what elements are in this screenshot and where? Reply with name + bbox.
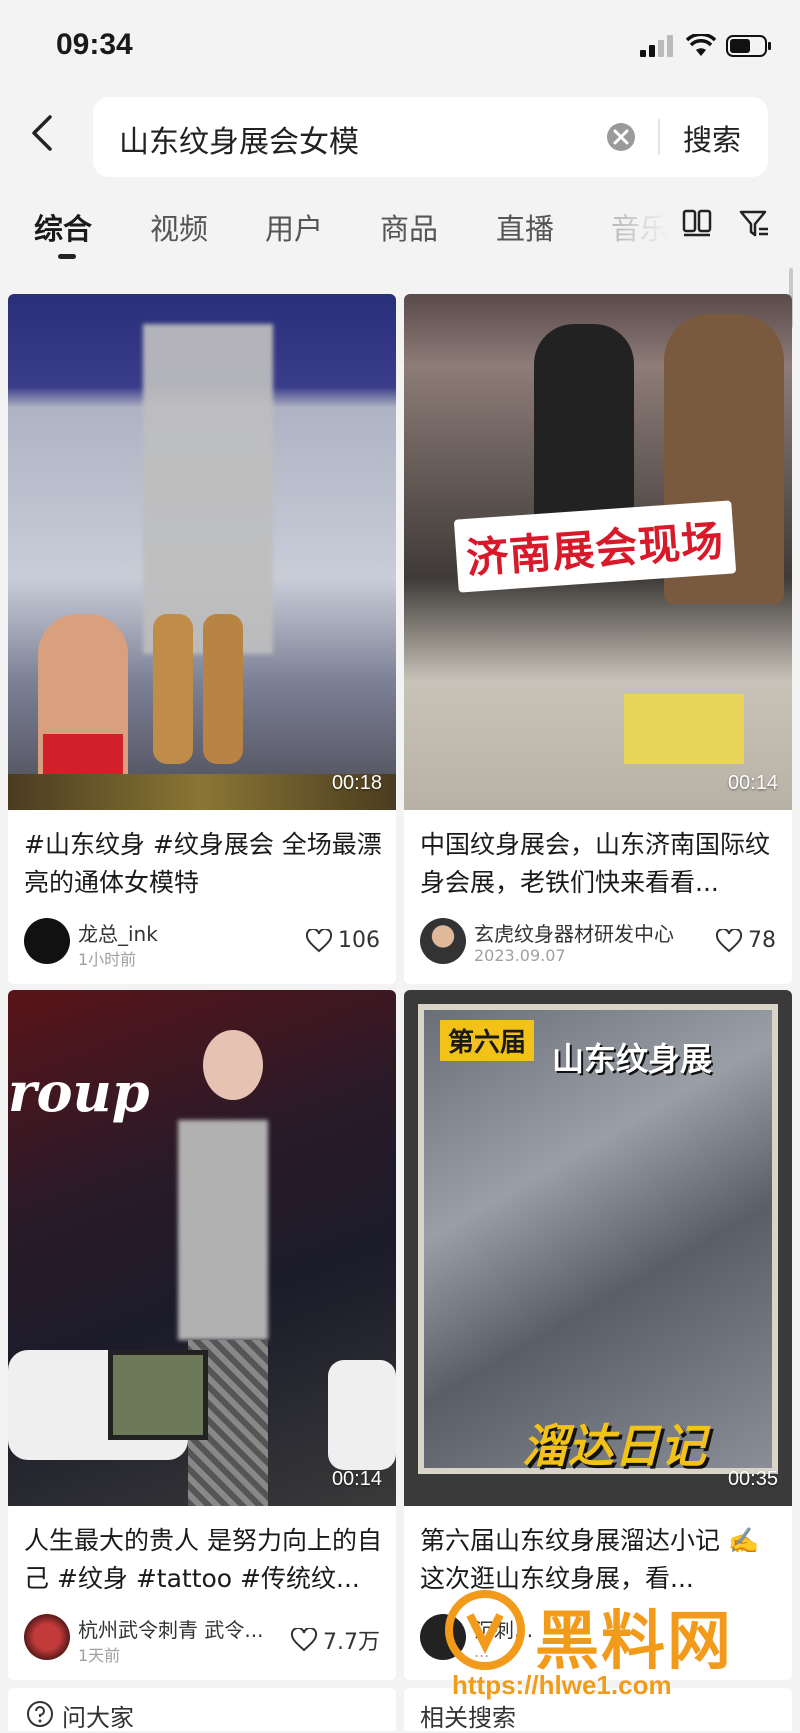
- video-thumbnail[interactable]: 00:18: [8, 294, 396, 810]
- back-button[interactable]: [28, 113, 64, 163]
- like-button[interactable]: 7.7万: [291, 1624, 380, 1656]
- clear-search-button[interactable]: [605, 121, 637, 153]
- back-arrow-icon: [32, 115, 52, 151]
- like-button[interactable]: 106: [306, 928, 380, 953]
- search-input[interactable]: 山东纹身展会女模: [119, 117, 359, 161]
- filter-icon[interactable]: [738, 208, 770, 240]
- status-icons: [640, 34, 772, 58]
- search-button[interactable]: 搜索: [683, 117, 741, 159]
- card-title[interactable]: 人生最大的贵人 是努力向上的自己 #纹身 #tattoo #传统纹...: [24, 1522, 384, 1598]
- card-time: 1小时前: [78, 950, 137, 969]
- ask-everyone-label: 问大家: [62, 1704, 134, 1732]
- avatar[interactable]: [24, 918, 70, 964]
- heart-icon: [291, 1628, 317, 1652]
- status-bar: 09:34: [0, 0, 800, 95]
- tab-products[interactable]: 商品: [380, 206, 438, 248]
- tab-video[interactable]: 视频: [150, 206, 208, 248]
- watermark-logo-icon: [445, 1590, 525, 1670]
- thumbnail-text: 第六届: [440, 1020, 535, 1061]
- video-duration: 00:14: [331, 1468, 382, 1490]
- paper-sheet: [624, 694, 744, 764]
- thumbnail-text: 山东纹身展: [552, 1040, 713, 1078]
- avatar[interactable]: [24, 1614, 70, 1660]
- card-time: 2023.09.07: [474, 946, 566, 965]
- avatar[interactable]: [420, 918, 466, 964]
- tab-users[interactable]: 用户: [265, 206, 323, 248]
- censor-mosaic: [178, 1120, 268, 1340]
- person-shorts: [43, 734, 123, 774]
- card-time: 1天前: [78, 1646, 121, 1665]
- ask-everyone-card[interactable]: 问大家: [8, 1688, 396, 1732]
- card-author[interactable]: 玄虎纹身器材研发中心: [474, 918, 704, 947]
- heart-icon: [716, 928, 742, 952]
- card-author[interactable]: 龙总_ink: [78, 918, 158, 947]
- layout-toggle-icon[interactable]: [682, 208, 712, 238]
- related-search-label: 相关搜索: [420, 1704, 516, 1732]
- battery-icon: [726, 35, 771, 57]
- watermark-text: 黑料网: [535, 1605, 733, 1679]
- white-sofa: [328, 1360, 396, 1470]
- card-title[interactable]: 中国纹身展会，山东济南国际纹身会展，老铁们快来看看...: [420, 826, 780, 902]
- tabs-fade: [600, 196, 680, 256]
- wifi-icon: [686, 34, 716, 56]
- video-duration: 00:18: [331, 772, 382, 794]
- thumbnail-text: 溜达日记: [522, 1419, 706, 1473]
- search-row: 山东纹身展会女模 搜索: [0, 95, 800, 181]
- person-head: [203, 1030, 263, 1100]
- result-card[interactable]: 00:18 #山东纹身 #纹身展会 全场最漂亮的通体女模特 龙总_ink 1小时…: [8, 294, 396, 984]
- video-duration: 00:35: [727, 1468, 778, 1490]
- result-card[interactable]: 济南展会现场 00:14 中国纹身展会，山东济南国际纹身会展，老铁们快来看看..…: [404, 294, 792, 984]
- clear-icon: [607, 123, 635, 151]
- figure-leg: [153, 614, 193, 764]
- like-count: 106: [338, 928, 380, 953]
- video-thumbnail[interactable]: 第六届 山东纹身展 溜达日记 00:35: [404, 990, 792, 1506]
- watermark-url: https://hlwe1.com: [452, 1670, 672, 1700]
- card-title[interactable]: #山东纹身 #纹身展会 全场最漂亮的通体女模特: [24, 826, 384, 902]
- like-count: 78: [748, 928, 776, 953]
- like-button[interactable]: 78: [716, 928, 776, 953]
- result-card[interactable]: 第六届 山东纹身展 溜达日记 00:35 第六届山东纹身展溜达小记 ✍️ 这次逛…: [404, 990, 792, 1680]
- search-divider: [658, 119, 660, 155]
- tablet-screen: [108, 1350, 208, 1440]
- status-time: 09:34: [56, 28, 133, 61]
- video-duration: 00:14: [727, 772, 778, 794]
- censor-mosaic: [143, 324, 273, 654]
- result-card[interactable]: roup 00:14 人生最大的贵人 是努力向上的自己 #纹身 #tattoo …: [8, 990, 396, 1680]
- figure-leg: [203, 614, 243, 764]
- tab-comprehensive[interactable]: 综合: [34, 206, 92, 248]
- thumbnail-text: roup: [8, 1060, 150, 1124]
- tab-live[interactable]: 直播: [496, 206, 554, 248]
- video-thumbnail[interactable]: roup 00:14: [8, 990, 396, 1506]
- filter-tabs: 综合 视频 用户 商品 直播 音乐: [0, 196, 800, 268]
- video-thumbnail[interactable]: 济南展会现场 00:14: [404, 294, 792, 810]
- signal-icon: [640, 35, 673, 57]
- card-author[interactable]: 杭州武令刺青 武令...: [78, 1614, 278, 1643]
- search-box[interactable]: 山东纹身展会女模 搜索: [93, 97, 768, 177]
- heart-icon: [306, 928, 332, 952]
- question-icon: [27, 1701, 53, 1727]
- active-tab-indicator: [58, 254, 76, 259]
- like-count: 7.7万: [323, 1630, 380, 1655]
